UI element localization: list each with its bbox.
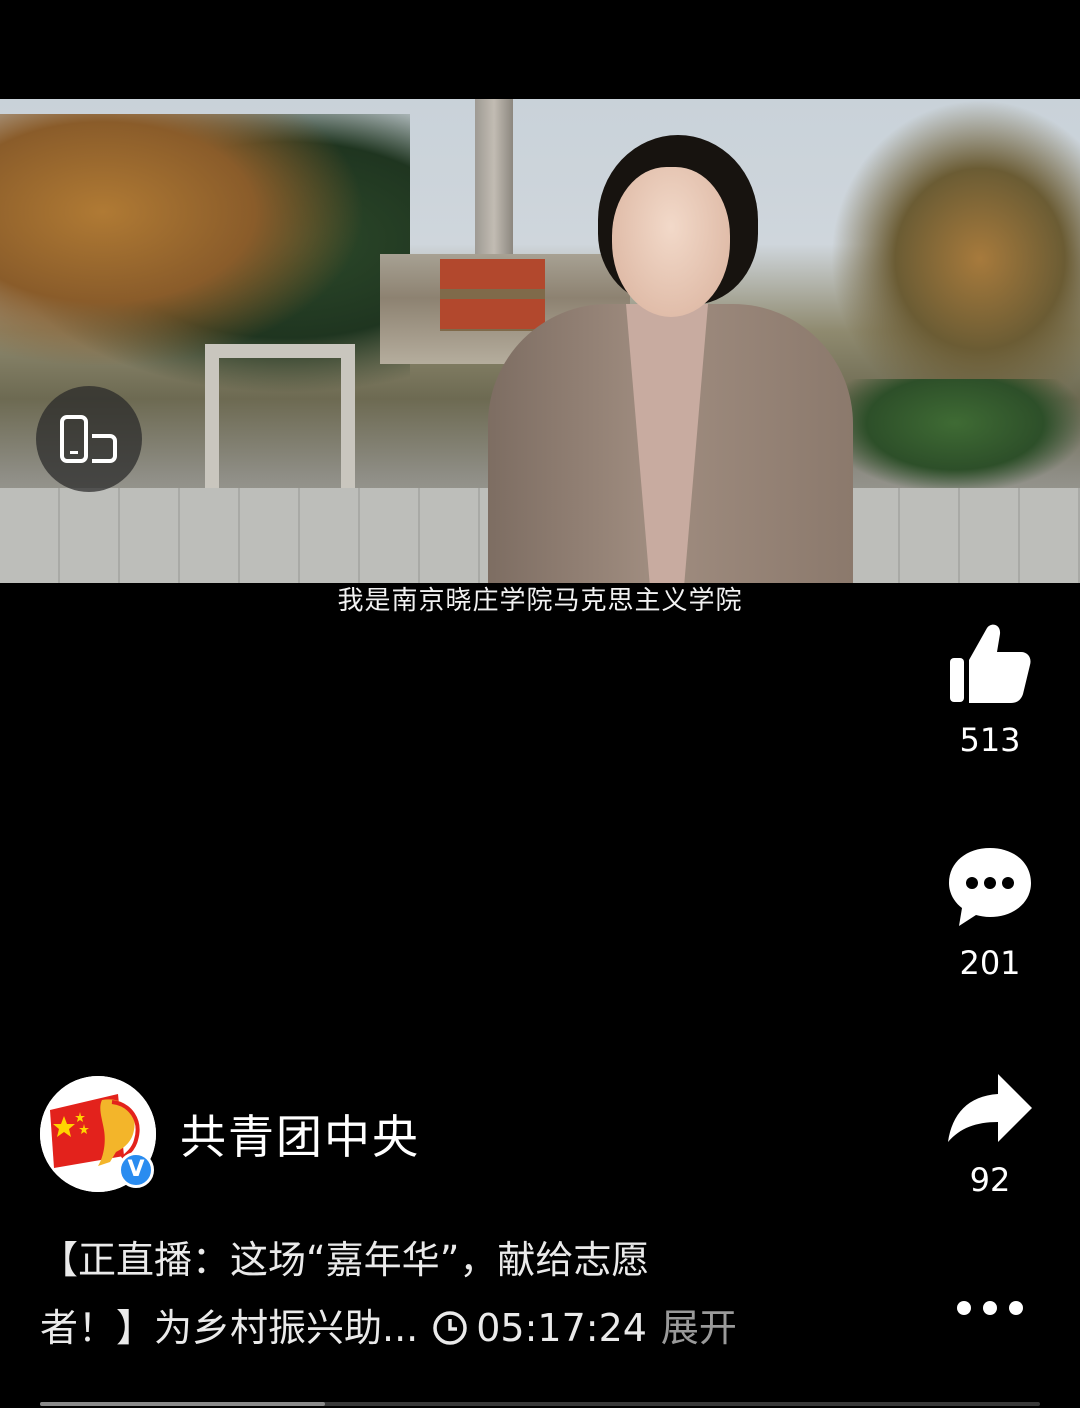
rotate-screen-icon: [60, 415, 117, 463]
more-options-button[interactable]: [945, 1288, 1035, 1328]
more-dots-icon: [957, 1301, 971, 1315]
duration-text: 05:17:24: [476, 1306, 647, 1350]
video-scene-flowerbed: [440, 259, 545, 331]
like-button[interactable]: 513: [930, 620, 1050, 760]
playback-progress-fill: [40, 1402, 325, 1406]
clock-icon: [433, 1311, 467, 1345]
caption-line-1: 【正直播：这场“嘉年华”，献给志愿: [40, 1238, 650, 1282]
video-scene-gate: [205, 344, 355, 504]
comment-button[interactable]: 201: [930, 845, 1050, 983]
caption-line-2: 者！】为乡村振兴助...: [40, 1306, 419, 1350]
expand-link[interactable]: 展开: [661, 1294, 737, 1362]
share-arrow-icon: [948, 1074, 1032, 1142]
video-scene-monument: [475, 99, 513, 259]
like-count: 513: [959, 721, 1021, 759]
author-name[interactable]: 共青团中央: [180, 1101, 420, 1167]
video-scene-hedges: [830, 379, 1080, 489]
thumbs-up-icon: [950, 624, 1031, 703]
video-presenter-face: [612, 167, 730, 317]
comment-bubble-icon: [949, 848, 1031, 926]
video-caption[interactable]: 【正直播：这场“嘉年华”，献给志愿 者！】为乡村振兴助... 05:17:24 …: [40, 1226, 840, 1362]
share-button[interactable]: 92: [930, 1072, 1050, 1200]
verified-badge: V: [118, 1152, 154, 1188]
author-row[interactable]: V 共青团中央: [40, 1076, 420, 1192]
comment-count: 201: [959, 944, 1021, 982]
playback-progress-bar[interactable]: [40, 1402, 1040, 1406]
share-count: 92: [969, 1161, 1011, 1199]
caption-line-2-row: 者！】为乡村振兴助... 05:17:24 展开: [40, 1294, 840, 1362]
rotate-screen-button[interactable]: [36, 386, 142, 492]
video-scene-trees-right: [830, 99, 1080, 419]
video-duration: 05:17:24: [432, 1294, 647, 1362]
video-player[interactable]: [0, 99, 1080, 583]
video-subtitle: 我是南京晓庄学院马克思主义学院: [337, 586, 743, 616]
author-avatar[interactable]: V: [40, 1076, 156, 1192]
